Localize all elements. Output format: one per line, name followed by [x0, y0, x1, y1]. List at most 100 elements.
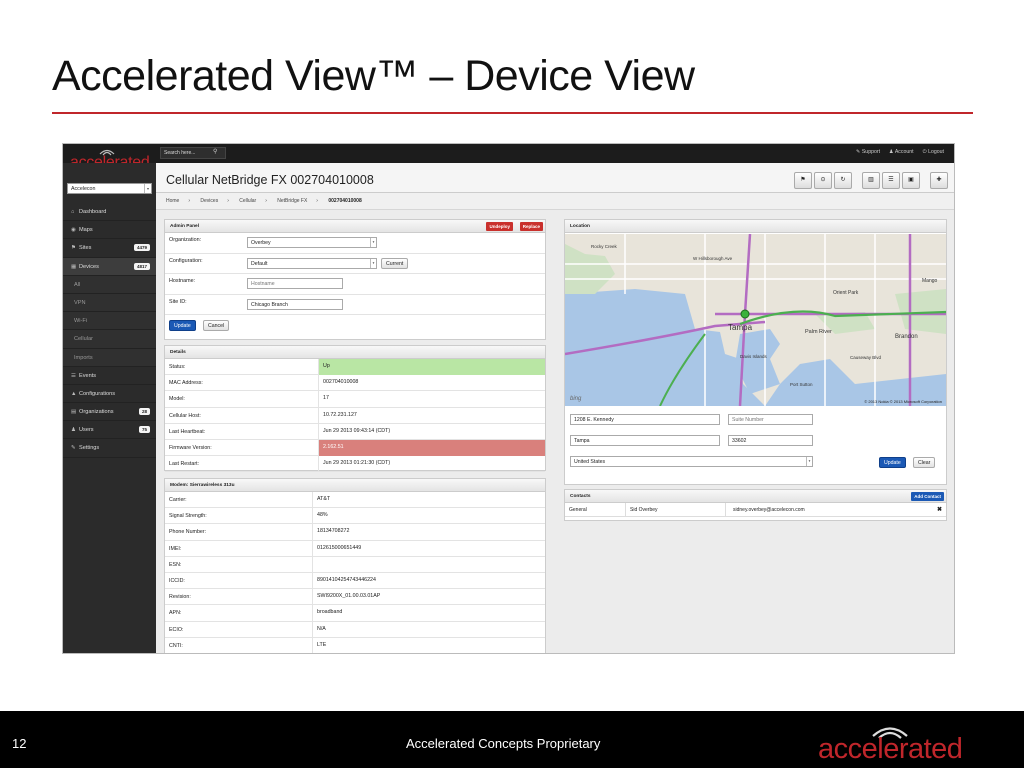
count-badge: 4479 [133, 244, 150, 252]
sidebar-item-devices[interactable]: ▦ Devices 4817 [63, 257, 156, 276]
table-row: Revision: SWI9200X_01.00.03.01AP [165, 589, 545, 606]
columns-icon[interactable]: ▥ [862, 172, 880, 189]
breadcrumb-cellular[interactable]: Cellular [239, 198, 256, 204]
account-link[interactable]: ♟ Account [889, 149, 914, 156]
flag-icon: ⚑ [71, 245, 76, 252]
update-button[interactable]: Update [169, 320, 196, 331]
sidebar-item-cellular[interactable]: Cellular [63, 330, 156, 349]
map-label-0: Tampa [728, 323, 753, 332]
current-button[interactable]: Current [381, 257, 409, 269]
page-number: 12 [12, 736, 27, 751]
sidebar-item-vpn[interactable]: VPN [63, 293, 156, 313]
search-icon[interactable]: ⚲ [213, 148, 217, 155]
row-label: Phone Number: [169, 529, 207, 536]
row-value: LTE [312, 637, 545, 653]
configuration-row: Configuration: Default ▾ Current [165, 254, 545, 274]
list-view-icon[interactable]: ☰ [882, 172, 900, 189]
table-row: Carrier: AT&T [165, 492, 545, 509]
row-value [312, 556, 545, 573]
chevron-down-icon: ▾ [806, 457, 812, 466]
sidebar-item-settings[interactable]: ✎ Settings [63, 439, 156, 458]
sidebar-item-maps[interactable]: ◉ Maps [63, 221, 156, 240]
add-contact-button[interactable]: Add Contact [911, 492, 944, 501]
map-label-4: Palm River [805, 329, 832, 335]
top-bar: Search here... ⚲ ✎ Support ♟ Account ⏻ L… [63, 144, 954, 163]
row-value: Jun 29 2013 01:21:30 (CDT) [318, 456, 545, 473]
location-header: Location [565, 220, 946, 233]
target-icon[interactable]: ⊙ [814, 172, 832, 189]
add-icon[interactable]: ✚ [930, 172, 948, 189]
map-provider-logo: bing [570, 396, 582, 402]
location-clear-button[interactable]: Clear [913, 457, 936, 468]
sidebar-item-events[interactable]: ☰ Events [63, 367, 156, 385]
delete-contact-icon[interactable]: ✖ [937, 506, 942, 513]
main-content: Cellular NetBridge FX 002704010008 ⚑ ⊙ ↻… [156, 163, 954, 653]
breadcrumb-home[interactable]: Home [166, 198, 179, 204]
sidebar-item-label: Settings [79, 445, 100, 452]
header-toolbar: ⚑ ⊙ ↻ ▥ ☰ ▣ ✚ [794, 172, 948, 189]
organization-dropdown[interactable]: Overbey ▾ [247, 237, 377, 248]
cancel-button[interactable]: Cancel [203, 320, 230, 331]
sidebar-item-label: Events [79, 372, 97, 379]
details-header: Details [165, 346, 545, 359]
table-row: Last Heartbeat: Jun 29 2013 09:43:14 (CDT… [165, 423, 545, 440]
table-row[interactable]: General Sid Overbey sidney.overbey@accel… [565, 503, 946, 517]
footer-logo-text: accelerated [818, 733, 963, 765]
location-map[interactable]: Tampa Orient Park Brandon Mango Palm Riv… [565, 234, 946, 406]
row-label: Status: [169, 364, 186, 370]
support-link[interactable]: ✎ Support [856, 149, 880, 156]
address-input[interactable]: 1208 E. Kennedy [570, 414, 720, 425]
row-value: 48% [312, 508, 545, 525]
suite-input[interactable]: Suite Number [728, 414, 813, 425]
user-icon: ♟ [71, 427, 76, 434]
table-row: ICCID: 89014104254743446224 [165, 572, 545, 590]
breadcrumb-devices[interactable]: Devices [200, 198, 218, 204]
table-row: MAC Address: 002704010008 [165, 375, 545, 392]
contacts-panel: Contacts Add Contact General Sid Overbey… [564, 489, 947, 521]
organization-select[interactable]: Accelecon ▾ [67, 183, 152, 194]
sidebar-item-wi-fi[interactable]: Wi-Fi [63, 312, 156, 331]
row-label: IMEI: [169, 545, 182, 552]
sidebar-item-organizations[interactable]: ▤ Organizations 28 [63, 403, 156, 422]
row-value: 2.162.51 [318, 439, 545, 456]
table-row: APN: broadband [165, 605, 545, 622]
breadcrumb-model[interactable]: NetBridge FX [277, 198, 307, 204]
flag-icon[interactable]: ⚑ [794, 172, 812, 189]
city-input[interactable]: Tampa [570, 435, 720, 446]
sidebar-item-imports[interactable]: Imports [63, 348, 156, 367]
location-update-button[interactable]: Update [879, 457, 906, 468]
zip-input[interactable]: 33602 [728, 435, 813, 446]
row-value: 10.72.231.127 [318, 407, 545, 424]
row-value: 17 [318, 391, 545, 408]
sidebar-item-all[interactable]: All [63, 275, 156, 294]
sidebar-item-label: Imports [74, 354, 93, 361]
logout-link[interactable]: ⏻ Logout [923, 149, 944, 156]
chevron-down-icon: ▾ [370, 258, 376, 268]
contact-email: sidney.overbey@accelecon.com [733, 507, 805, 513]
admin-panel: Admin Panel Undeploy Replace Organizatio… [164, 219, 546, 340]
sidebar-item-users[interactable]: ♟ Users 75 [63, 421, 156, 440]
undeploy-button[interactable]: Undeploy [486, 222, 513, 231]
home-icon: ⌂ [71, 209, 75, 215]
siteid-input[interactable]: Chicago Branch [247, 298, 343, 310]
country-dropdown[interactable]: United States ▾ [570, 456, 813, 467]
image-icon[interactable]: ▣ [902, 172, 920, 189]
sidebar-item-configurations[interactable]: ▲ Configurations [63, 385, 156, 404]
refresh-icon[interactable]: ↻ [834, 172, 852, 189]
map-label-1: Orient Park [833, 290, 859, 296]
sidebar-item-label: Configurations [79, 390, 116, 397]
table-row: Last Restart: Jun 29 2013 01:21:30 (CDT) [165, 456, 545, 473]
replace-button[interactable]: Replace [519, 222, 543, 231]
hostname-input[interactable]: Hostname [247, 278, 343, 289]
device-icon: ▦ [71, 263, 77, 270]
footer-logo: accelerated [818, 727, 978, 765]
table-row: Model: 17 [165, 391, 545, 408]
organization-row: Organization: Overbey ▾ [165, 233, 545, 254]
configuration-dropdown[interactable]: Default ▾ [247, 257, 377, 269]
sidebar-item-dashboard[interactable]: ⌂ Dashboard [63, 203, 156, 222]
sidebar-item-sites[interactable]: ⚑ Sites 4479 [63, 239, 156, 258]
row-value: Up [318, 359, 545, 375]
row-value: broadband [312, 605, 545, 622]
sidebar-item-label: Maps [79, 227, 93, 234]
sidebar-item-label: Cellular [74, 336, 93, 343]
